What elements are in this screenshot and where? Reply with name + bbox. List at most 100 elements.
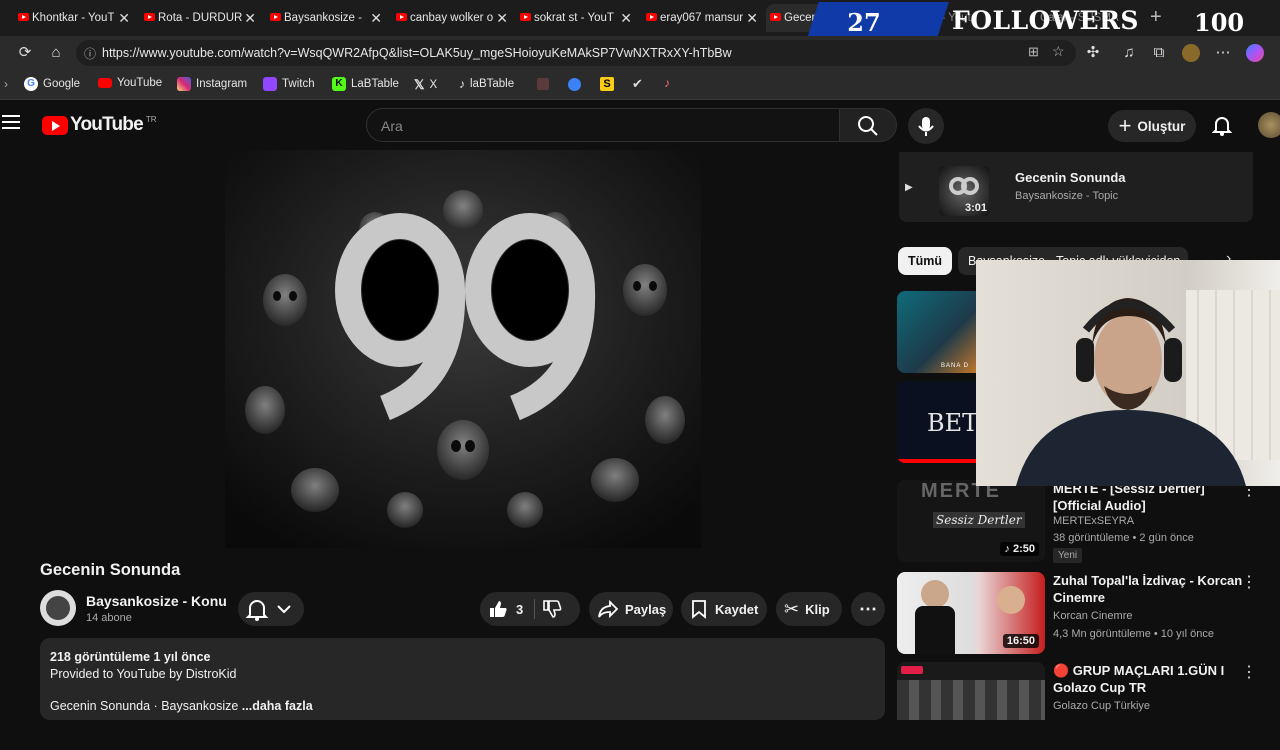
tiktok-icon: ♪ [459,77,465,91]
subscription-bell-button[interactable] [238,592,304,626]
bookmark-app-icon[interactable] [537,78,549,90]
recommendation-thumbnail[interactable]: BET [897,381,977,463]
channel-name[interactable]: Baysankosize - Konu [86,593,227,609]
home-icon[interactable]: ⌂ [47,44,65,62]
bookmark-label: YouTube [117,77,163,89]
like-button[interactable]: 3 [480,592,534,626]
tab-label: Rota - DURDUR [158,12,243,24]
description-preview: Gecenin Sonunda · Baysankosize ...daha f… [50,699,875,713]
like-count: 3 [516,601,524,617]
playlist-thumbnail: 3:01 [939,166,989,216]
account-avatar[interactable] [1258,112,1280,138]
thumbs-up-icon [490,601,507,617]
close-tab-icon[interactable]: ✕ [496,10,508,27]
tab-label: canbay wolker o [410,12,494,24]
site-info-icon[interactable]: ⓘ [84,45,96,62]
browser-tab[interactable]: eray067 mansur ✕ [642,4,764,32]
close-tab-icon[interactable]: ✕ [118,10,130,27]
person-thumbnail [915,606,955,654]
close-tab-icon[interactable]: ✕ [370,10,382,27]
tab-label: Baysankosize - [284,12,362,24]
twitch-icon [263,77,277,91]
bookmark-twitch[interactable]: Twitch [263,77,315,91]
youtube-icon [98,78,112,88]
recommendation-title: Zuhal Topal'la İzdivaç - Korcan Cinemre [1053,573,1243,605]
chip-all[interactable]: Tümü [898,247,953,275]
youtube-favicon-icon [396,13,407,21]
copilot-icon[interactable] [1246,44,1264,62]
recommendation-item[interactable]: MERTE Sessiz Dertler ♪ 2:50 MERTE - [Ses… [897,480,1277,568]
bookmark-music-icon[interactable]: ♪ [664,76,670,90]
close-tab-icon[interactable]: ✕ [620,10,632,27]
browser-tab[interactable]: sokrat st - YouT ✕ [516,4,638,32]
share-arrow-icon [598,599,619,619]
recommendation-thumbnail: MERTE Sessiz Dertler ♪ 2:50 [897,480,1045,562]
recommendation-title: 🔴 GRUP MAÇLARI 1.GÜN I Golazo Cup TR [1053,663,1225,695]
youtube-favicon-icon [270,13,281,21]
bookmark-s-icon[interactable]: S [600,77,614,91]
voice-search-button[interactable] [908,108,944,144]
bookmark-label: Twitch [282,78,315,90]
bookmark-app-icon[interactable] [568,78,581,91]
music-icon[interactable]: ♫ [1120,44,1138,62]
close-tab-icon[interactable]: ✕ [746,10,758,27]
extensions-icon[interactable]: ✣ [1084,44,1102,62]
video-player[interactable] [225,150,701,548]
recommendation-thumbnail [897,662,1045,720]
notifications-bell-icon[interactable] [1211,114,1233,141]
browser-tab[interactable]: Baysankosize - ✕ [266,4,388,32]
bookmark-kick[interactable]: K LaBTable [332,77,399,91]
bookmark-instagram[interactable]: Instagram [177,77,247,91]
address-bar[interactable]: ⓘ https://www.youtube.com/watch?v=WsqQWR… [76,40,1076,66]
webcam-feed [976,260,1280,486]
bookmark-youtube[interactable]: YouTube [98,77,162,89]
channel-avatar[interactable] [40,590,76,626]
more-menu-icon[interactable]: ⋯ [1214,44,1232,62]
browser-tab[interactable]: Rota - DURDUR ✕ [140,4,262,32]
url-text[interactable]: https://www.youtube.com/watch?v=WsqQWR2A… [102,46,732,60]
create-label: Oluştur [1137,118,1186,134]
clip-button[interactable]: ✂ Klip [776,592,842,626]
search-input[interactable]: Ara [366,108,840,142]
playlist-current-item[interactable]: ▶ 3:01 Gecenin Sonunda Baysankosize - To… [899,152,1253,222]
bookmarks-arrow-icon[interactable]: › [4,77,8,91]
translate-icon[interactable]: ⧉ [1150,44,1168,62]
recommendation-item[interactable]: 16:50 Zuhal Topal'la İzdivaç - Korcan Ci… [897,572,1277,660]
more-horizontal-icon: ⋯ [859,598,877,619]
favorite-star-icon[interactable]: ☆ [1052,43,1065,60]
close-tab-icon[interactable]: ✕ [244,10,256,27]
dislike-button[interactable] [542,599,562,622]
browser-tab[interactable]: Khontkar - YouT ✕ [14,4,136,32]
recommendation-item[interactable]: 🔴 GRUP MAÇLARI 1.GÜN I Golazo Cup TR Gol… [897,662,1277,750]
create-button[interactable]: + Oluştur [1108,110,1196,142]
album-art-99 [225,150,701,548]
bookmark-x[interactable]: 𝕏 X [414,77,437,93]
kick-icon: K [332,77,346,91]
profile-avatar[interactable] [1182,44,1200,62]
youtube-logo[interactable]: YouTube TR [42,114,157,136]
recommendation-thumbnail[interactable]: BANA D [897,291,977,373]
bookmark-tiktok[interactable]: ♪ laBTable [459,77,514,91]
recommendation-meta: 4,3 Mn görüntüleme • 10 yıl önce [1053,628,1214,640]
bookmark-google[interactable]: G Google [24,77,80,91]
share-label: Paylaş [625,601,667,617]
more-vertical-icon[interactable]: ⋮ [1241,572,1257,592]
hamburger-menu-icon[interactable] [2,115,20,129]
apps-grid-icon[interactable]: ⊞ [1028,44,1039,60]
youtube-favicon-icon [646,13,657,21]
browser-tab[interactable]: canbay wolker o ✕ [392,4,514,32]
chevron-down-icon [277,605,291,614]
description-box[interactable]: 218 görüntüleme 1 yıl önce Provided to Y… [40,638,885,720]
search-button[interactable] [839,108,897,142]
save-button[interactable]: Kaydet [681,592,767,626]
show-more-link[interactable]: ...daha fazla [238,699,313,713]
more-actions-button[interactable]: ⋯ [851,592,885,626]
tab-label: Khontkar - YouT [32,12,115,24]
reload-icon[interactable]: ⟳ [16,44,34,62]
bookmark-check-icon[interactable]: ✔ [632,76,643,92]
notification-bell-icon [245,600,269,621]
save-label: Kaydet [715,601,759,617]
share-button[interactable]: Paylaş [589,592,673,626]
more-vertical-icon[interactable]: ⋮ [1241,662,1257,682]
duration-badge: 16:50 [1002,634,1039,648]
